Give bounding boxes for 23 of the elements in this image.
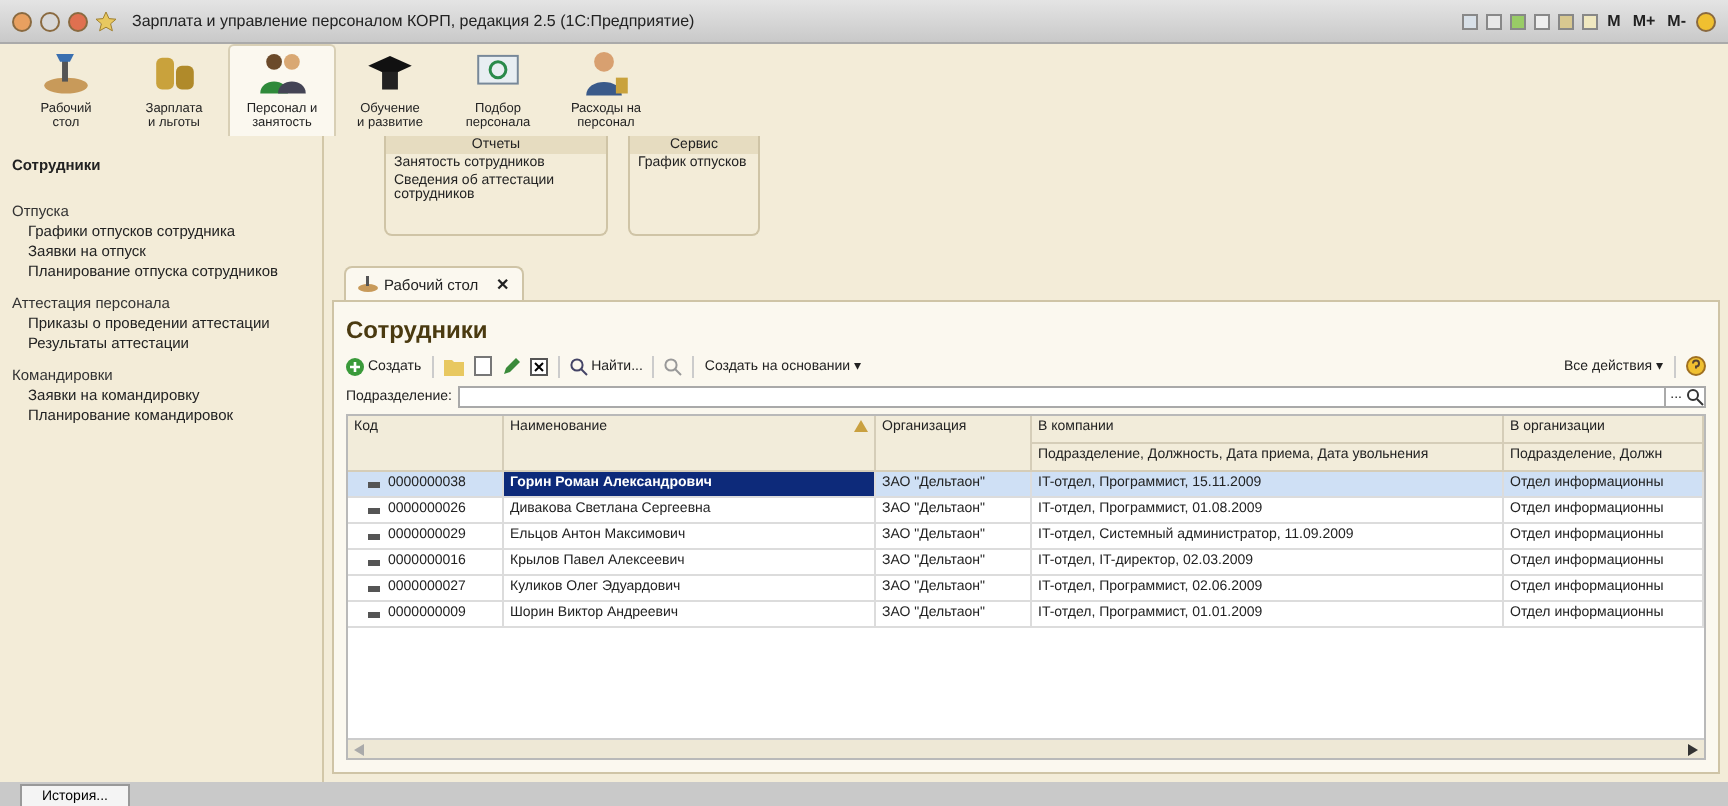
dash-icon xyxy=(368,585,380,591)
delete-icon[interactable] xyxy=(529,357,548,375)
close-icon[interactable]: ✕ xyxy=(496,275,511,293)
form-title: Сотрудники xyxy=(346,316,490,344)
left-arrow-icon[interactable] xyxy=(354,743,364,755)
folder-icon[interactable] xyxy=(443,357,464,375)
desk-lamp-icon xyxy=(358,276,378,292)
dash-icon xyxy=(368,481,380,487)
horizontal-scrollbar[interactable] xyxy=(348,738,1704,758)
person-icon xyxy=(580,46,632,98)
right-arrow-icon[interactable] xyxy=(1688,743,1698,755)
memory-button[interactable]: M- xyxy=(1665,12,1688,30)
memory-button[interactable]: M xyxy=(1605,12,1623,30)
dash-icon xyxy=(368,533,380,539)
dash-icon xyxy=(368,559,380,565)
plus-icon xyxy=(346,357,364,375)
dash-icon xyxy=(368,507,380,513)
memory-button[interactable]: M+ xyxy=(1630,12,1658,30)
pencil-icon[interactable] xyxy=(501,357,520,375)
cancel-search-icon[interactable] xyxy=(664,357,683,375)
window-title: Зарплата и управление персоналом КОРП, редакция 2.5 (1С:Предприятие) xyxy=(132,12,695,30)
dash-icon xyxy=(368,611,380,617)
help-icon[interactable] xyxy=(1686,356,1706,376)
